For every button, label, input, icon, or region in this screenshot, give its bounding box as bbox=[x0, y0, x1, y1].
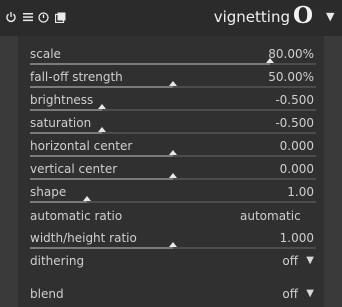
slider-fill bbox=[30, 86, 173, 88]
slider-fill bbox=[30, 201, 88, 203]
slider-marker[interactable] bbox=[169, 81, 177, 86]
module-title: vignetting bbox=[213, 8, 290, 26]
slider-label: vertical center bbox=[30, 162, 118, 176]
automatic-ratio-toggle[interactable]: automatic ratio automatic bbox=[30, 206, 316, 228]
slider-saturation[interactable]: saturation -0.500 bbox=[30, 113, 316, 135]
slider-marker[interactable] bbox=[97, 127, 106, 132]
slider-marker[interactable] bbox=[169, 150, 177, 155]
slider-track[interactable] bbox=[30, 178, 316, 180]
slider-value[interactable]: 1.00 bbox=[287, 185, 314, 199]
dropdown-arrow-icon[interactable]: ▼ bbox=[306, 255, 314, 266]
slider-label: shape bbox=[30, 185, 67, 199]
module-header: vignetting O ▼ bbox=[0, 0, 342, 36]
dithering-value[interactable]: off bbox=[282, 254, 298, 268]
dropdown-arrow-icon[interactable]: ▼ bbox=[306, 288, 314, 299]
slider-marker[interactable] bbox=[169, 173, 177, 178]
slider-fill bbox=[30, 247, 173, 249]
blend-value[interactable]: off bbox=[282, 287, 298, 301]
slider-track[interactable] bbox=[30, 132, 316, 134]
slider-value[interactable]: 1.000 bbox=[280, 231, 314, 245]
blend-combobox[interactable]: blend off ▼ bbox=[30, 284, 314, 306]
slider-value[interactable]: 0.000 bbox=[280, 139, 314, 153]
reset-icon[interactable] bbox=[37, 9, 50, 25]
slider-track[interactable] bbox=[30, 109, 316, 111]
slider-label: width/height ratio bbox=[30, 231, 137, 245]
slider-value[interactable]: -0.500 bbox=[275, 93, 314, 107]
slider-track[interactable] bbox=[30, 155, 316, 157]
presets-menu-arrow-icon[interactable]: ▼ bbox=[326, 10, 334, 23]
automatic-ratio-value[interactable]: automatic bbox=[240, 209, 301, 223]
slider-scale[interactable]: scale 80.00% bbox=[30, 44, 316, 66]
blend-label: blend bbox=[30, 287, 64, 301]
automatic-ratio-label: automatic ratio bbox=[30, 209, 123, 223]
slider-falloff-strength[interactable]: fall-off strength 50.00% bbox=[30, 67, 316, 89]
slider-brightness[interactable]: brightness -0.500 bbox=[30, 90, 316, 112]
slider-label: horizontal center bbox=[30, 139, 133, 153]
slider-value[interactable]: 80.00% bbox=[268, 47, 314, 61]
dithering-combobox[interactable]: dithering off ▼ bbox=[30, 251, 314, 273]
slider-label: fall-off strength bbox=[30, 70, 123, 84]
slider-track[interactable] bbox=[30, 247, 316, 249]
slider-width-height-ratio[interactable]: width/height ratio 1.000 bbox=[30, 228, 316, 250]
slider-horizontal-center[interactable]: horizontal center 0.000 bbox=[30, 136, 316, 158]
slider-marker[interactable] bbox=[83, 196, 92, 201]
preset-icon[interactable]: O bbox=[293, 3, 313, 29]
slider-label: scale bbox=[30, 47, 61, 61]
slider-shape[interactable]: shape 1.00 bbox=[30, 182, 316, 204]
dithering-label: dithering bbox=[30, 254, 85, 268]
slider-track[interactable] bbox=[30, 63, 316, 65]
slider-track[interactable] bbox=[30, 201, 316, 203]
slider-fill bbox=[30, 63, 271, 65]
slider-label: saturation bbox=[30, 116, 92, 130]
hamburger-menu-icon[interactable] bbox=[21, 9, 34, 25]
slider-label: brightness bbox=[30, 93, 94, 107]
slider-track[interactable] bbox=[30, 86, 316, 88]
duplicate-instance-icon[interactable] bbox=[54, 9, 67, 25]
slider-fill bbox=[30, 155, 173, 157]
slider-marker[interactable] bbox=[169, 242, 177, 247]
slider-value[interactable]: -0.500 bbox=[275, 116, 314, 130]
slider-fill bbox=[30, 178, 173, 180]
slider-value[interactable]: 0.000 bbox=[280, 162, 314, 176]
slider-fill bbox=[30, 109, 102, 111]
slider-vertical-center[interactable]: vertical center 0.000 bbox=[30, 159, 316, 181]
slider-fill bbox=[30, 132, 102, 134]
slider-marker[interactable] bbox=[266, 58, 275, 63]
slider-value[interactable]: 50.00% bbox=[268, 70, 314, 84]
slider-marker[interactable] bbox=[97, 104, 106, 109]
power-icon[interactable] bbox=[4, 9, 17, 25]
